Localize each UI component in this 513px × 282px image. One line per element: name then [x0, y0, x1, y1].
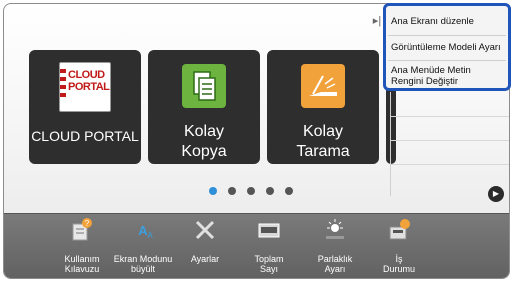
page-dot-active[interactable]: [209, 187, 217, 195]
screen-mode-icon: A A: [131, 218, 155, 242]
screen-mode-label: Ekran Modunu büyült: [113, 254, 173, 274]
settings-label: Ayarlar: [190, 254, 220, 264]
tile-easy-scan[interactable]: Kolay Tarama: [267, 50, 379, 164]
panel-divider: [388, 35, 506, 36]
side-panel-divider: [391, 116, 509, 117]
side-panel-border: [390, 92, 391, 196]
edit-home-screen-item[interactable]: Ana Ekranı düzenle: [391, 16, 506, 27]
tile-label-line1: Kolay: [302, 123, 344, 140]
job-status-button[interactable]: İş Durumu: [366, 218, 432, 278]
page-dot[interactable]: [247, 187, 255, 195]
svg-text:?: ?: [85, 219, 90, 228]
manual-label: Kullanım Kılavuzu: [64, 254, 100, 274]
brightness-button[interactable]: Parlaklık Ayarı: [302, 218, 368, 278]
tile-easy-copy[interactable]: Kolay Kopya: [148, 50, 260, 164]
panel-divider: [388, 60, 506, 61]
bottom-bar: ? Kullanım Kılavuzu A A Ekran Modunu büyül…: [4, 213, 509, 278]
tile-label-line2: Kopya: [181, 143, 227, 160]
job-status-icon: [387, 218, 411, 242]
page-dot[interactable]: [285, 187, 293, 195]
svg-text:A: A: [147, 231, 153, 240]
total-count-button[interactable]: Toplam Sayı: [236, 218, 302, 278]
next-page-icon[interactable]: ▶: [488, 186, 504, 202]
page-dot[interactable]: [228, 187, 236, 195]
total-count-icon: [257, 218, 281, 242]
cloud-portal-icon: CLOUD PORTAL: [59, 62, 111, 112]
settings-button[interactable]: Ayarlar: [172, 218, 238, 278]
side-menu-toggle-icon[interactable]: ▸|: [370, 14, 384, 28]
tile-cloud-portal[interactable]: CLOUD PORTAL CLOUD PORTAL: [29, 50, 141, 164]
job-status-label: İş Durumu: [382, 254, 415, 274]
side-panel-divider: [391, 164, 509, 165]
home-action-panel: Ana Ekranı düzenle Görüntüleme Modeli Ay…: [383, 3, 511, 91]
total-count-label: Toplam Sayı: [254, 254, 284, 274]
screen-mode-button[interactable]: A A Ekran Modunu büyült: [110, 218, 176, 278]
change-text-color-label-line1: Ana Menüde Metin: [391, 65, 471, 76]
tile-label: CLOUD PORTAL: [31, 128, 139, 144]
tile-label-line1: Kolay: [183, 123, 225, 140]
tile-label-line2: Tarama: [296, 143, 350, 160]
page-dot[interactable]: [266, 187, 274, 195]
manual-icon: ?: [70, 218, 94, 242]
settings-icon: [193, 218, 217, 242]
scan-icon: [301, 64, 345, 108]
change-text-color-item[interactable]: Ana Menüde Metin Rengini Değiştir: [391, 65, 506, 87]
cloud-portal-icon-text: CLOUD PORTAL: [68, 69, 110, 93]
brightness-label: Parlaklık Ayarı: [317, 254, 353, 274]
side-panel-divider: [391, 140, 509, 141]
manual-button[interactable]: ? Kullanım Kılavuzu: [49, 218, 115, 278]
display-pattern-setting-item[interactable]: Görüntüleme Modeli Ayarı: [391, 42, 506, 53]
brightness-icon: [323, 218, 347, 242]
change-text-color-label-line2: Rengini Değiştir: [391, 76, 459, 87]
page-indicator: [209, 187, 293, 195]
copy-icon: [182, 64, 226, 108]
